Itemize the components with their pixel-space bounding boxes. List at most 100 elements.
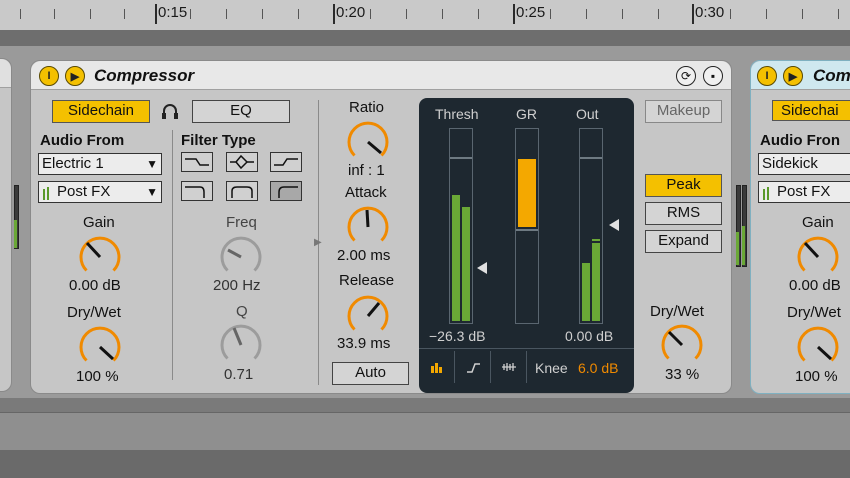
gain-knob[interactable] [795,234,841,280]
release-label: Release [339,272,395,289]
dropdown-arrow-icon: ▼ [146,157,158,171]
device-title: Compressor [94,66,195,85]
compressor-display: Thresh GR Out −26.3 dB 0.00 dB Knee 6.0 … [419,98,634,393]
power-icon: I [765,70,769,82]
ruler-tick: 0:30 [691,4,725,24]
gr-label: GR [516,106,537,122]
ruler-tick: 0:20 [332,4,366,24]
ruler-tick: 0:25 [512,4,546,24]
ratio-label: Ratio [349,99,385,116]
activity-view-button[interactable] [491,351,527,383]
gain-value: 0.00 dB [69,277,121,294]
drywet-right-value: 33 % [665,366,700,383]
q-value: 0.71 [224,366,254,383]
meter-icon [762,186,772,200]
makeup-button[interactable]: Makeup [645,100,722,123]
knee-label: Knee [535,360,568,376]
gain-reduction-meter [515,128,539,324]
threshold-meter[interactable] [449,128,473,324]
audio-from-value: Electric 1 [42,155,104,172]
drywet-left-knob[interactable] [77,324,123,370]
post-fx-select[interactable]: Post FX ▼ [38,181,162,203]
curve-icon [466,363,480,373]
headphones-icon[interactable] [160,101,180,121]
gain-knob[interactable] [77,234,123,280]
previous-device-edge [0,58,12,392]
threshold-marker-icon[interactable] [477,262,487,274]
filter-bandpass-button[interactable] [226,152,258,172]
dropdown-arrow-icon: ▼ [146,185,158,199]
save-preset-icon[interactable]: ▪ [703,66,723,86]
filter-lowpass-button[interactable] [181,152,213,172]
device-play-button[interactable]: ▶ [783,66,803,86]
drywet-value: 100 % [795,368,838,385]
drywet-left-value: 100 % [76,368,119,385]
freq-label: Freq [226,214,257,231]
output-marker-icon[interactable] [609,219,619,231]
rms-button[interactable]: RMS [645,202,722,225]
ratio-value: inf : 1 [348,162,385,179]
out-value: 0.00 dB [565,328,614,344]
transfer-curve-button[interactable] [455,351,491,383]
hot-swap-icon[interactable]: ⟳ [676,66,696,86]
drywet-right-label: Dry/Wet [650,303,704,320]
gain-value: 0.00 dB [789,277,841,294]
track-lane [0,450,850,478]
track-lane [0,412,850,451]
freq-knob[interactable] [218,234,264,280]
collapsed-view-button[interactable] [419,351,455,383]
audio-from-label: Audio Fron [760,132,840,149]
release-value: 33.9 ms [337,335,391,352]
ruler-tick: 0:15 [154,4,188,24]
eq-toggle-button[interactable]: EQ [192,100,290,123]
track-divider [0,30,850,46]
device-on-button[interactable]: I [39,66,59,86]
gr-fill [518,159,536,227]
audio-from-label: Audio From [40,132,125,149]
device-chain-footer [0,398,850,412]
release-knob[interactable] [345,293,391,339]
post-fx-select[interactable]: Post FX [758,181,850,203]
peak-button[interactable]: Peak [645,174,722,197]
sidechain-button[interactable]: Sidechai [772,100,850,121]
power-icon: I [47,70,51,82]
device-on-button[interactable]: I [757,66,777,86]
drywet-knob[interactable] [795,324,841,370]
attack-knob[interactable] [345,204,391,250]
audio-from-select[interactable]: Sidekick [758,153,850,175]
timeline-ruler[interactable]: 0:15 0:20 0:25 0:30 [0,0,850,31]
expand-button[interactable]: Expand [645,230,722,253]
device-title: Com [813,66,850,85]
audio-from-select[interactable]: Electric 1 ▼ [38,153,162,175]
auto-release-button[interactable]: Auto [332,362,409,385]
bars-icon [430,363,442,373]
filter-highpass-button[interactable] [270,152,302,172]
device-play-button[interactable]: ▶ [65,66,85,86]
q-knob[interactable] [218,322,264,368]
expand-arrow-icon[interactable]: ▶ [314,237,322,248]
waveform-icon [501,363,516,371]
knee-value[interactable]: 6.0 dB [578,360,618,376]
filter-bell-button[interactable] [226,181,258,201]
filter-type-label: Filter Type [181,132,256,149]
ratio-knob[interactable] [345,119,391,165]
play-icon: ▶ [788,70,798,83]
thresh-value: −26.3 dB [429,328,486,344]
attack-label: Attack [345,184,387,201]
post-fx-value: Post FX [777,183,831,200]
filter-lowshelf-button[interactable] [181,181,213,201]
attack-value: 2.00 ms [337,247,391,264]
play-icon: ▶ [70,70,80,83]
thresh-label: Thresh [435,106,479,122]
post-fx-value: Post FX [57,183,111,200]
meter-icon [42,186,52,200]
out-label: Out [576,106,599,122]
section-divider [172,130,173,380]
gain-label: Gain [83,214,115,231]
sidechain-button[interactable]: Sidechain [52,100,150,123]
q-label: Q [236,303,248,320]
drywet-right-knob[interactable] [659,322,705,368]
drywet-left-label: Dry/Wet [67,304,121,321]
filter-highshelf-button[interactable] [270,181,302,201]
drywet-label: Dry/Wet [787,304,841,321]
